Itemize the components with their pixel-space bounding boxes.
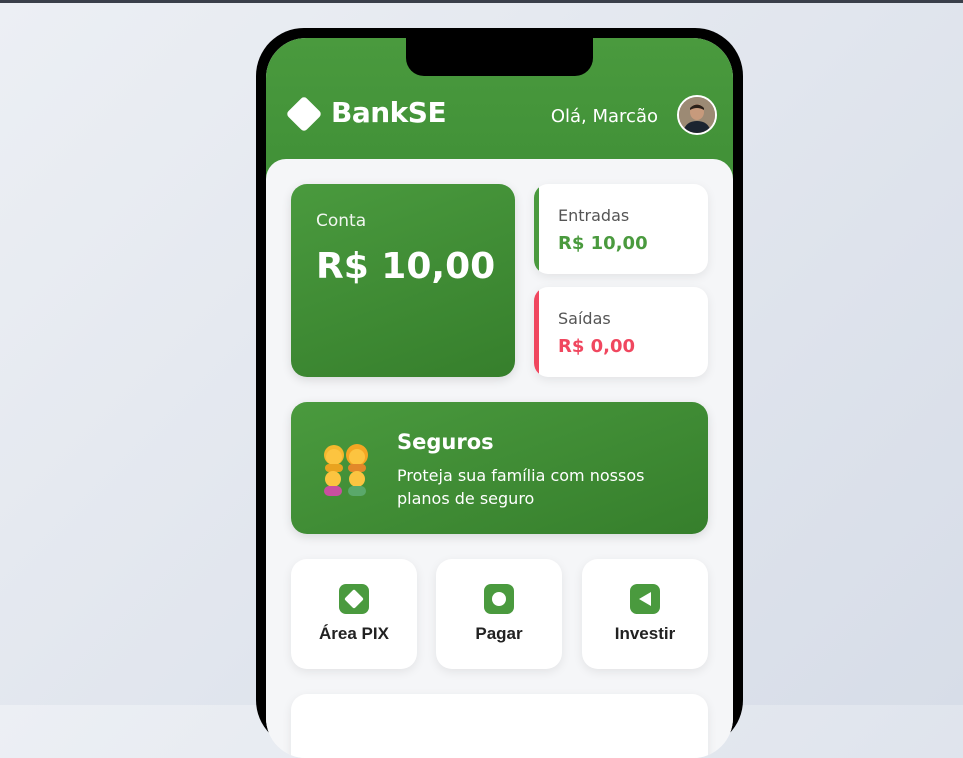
income-card[interactable]: Entradas R$ 10,00 — [534, 184, 708, 274]
phone-notch — [406, 38, 593, 76]
triangle-left-icon — [630, 584, 660, 614]
pix-diamond-icon — [339, 584, 369, 614]
pay-button[interactable]: Pagar — [436, 559, 562, 669]
expenses-accent-bar — [534, 287, 539, 377]
expenses-card[interactable]: Saídas R$ 0,00 — [534, 287, 708, 377]
balance-value: R$ 10,00 — [316, 246, 496, 287]
insurance-description: Proteja sua família com nossos planos de… — [397, 466, 645, 508]
income-label: Entradas — [558, 206, 630, 225]
avatar[interactable] — [677, 95, 717, 135]
insurance-title: Seguros — [397, 430, 494, 454]
logo-diamond-icon — [285, 95, 323, 133]
avatar-person-icon — [679, 97, 715, 133]
next-card — [291, 694, 708, 758]
insurance-banner[interactable]: Seguros Proteja sua família com nossos p… — [291, 402, 708, 534]
invest-button[interactable]: Investir — [582, 559, 708, 669]
phone-frame: BankSE Olá, Marcão Conta R$ 10,00 Entrad… — [256, 28, 743, 758]
invest-label: Investir — [614, 624, 676, 643]
window-top-border — [0, 0, 963, 3]
pix-area-button[interactable]: Área PIX — [291, 559, 417, 669]
balance-label: Conta — [316, 211, 367, 231]
expenses-value: R$ 0,00 — [558, 336, 636, 357]
account-balance-card[interactable]: Conta R$ 10,00 — [291, 184, 515, 377]
pay-label: Pagar — [475, 624, 523, 643]
family-emoji-icon — [324, 444, 368, 496]
income-value: R$ 10,00 — [558, 233, 648, 254]
phone-screen: BankSE Olá, Marcão Conta R$ 10,00 Entrad… — [266, 38, 733, 758]
user-greeting: Olá, Marcão — [550, 106, 658, 127]
pix-area-label: Área PIX — [319, 624, 389, 643]
main-content: Conta R$ 10,00 Entradas R$ 10,00 Saídas … — [266, 159, 733, 758]
circle-icon — [484, 584, 514, 614]
income-accent-bar — [534, 184, 539, 274]
expenses-label: Saídas — [558, 309, 611, 328]
brand-name: BankSE — [331, 96, 447, 129]
